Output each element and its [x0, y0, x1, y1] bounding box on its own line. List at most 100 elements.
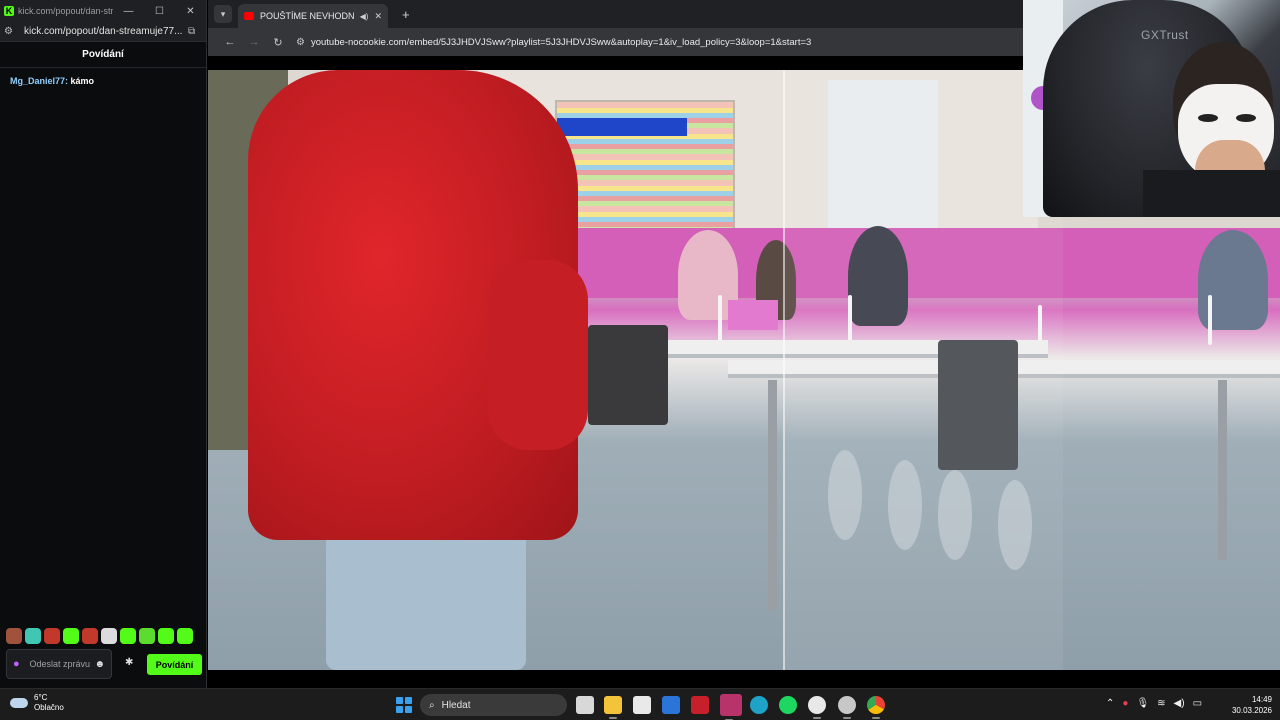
chat-username[interactable]: Mg_Daniel77:: [10, 76, 68, 86]
clock-date: 30.03.2026: [1231, 706, 1272, 715]
chat-header: Povídání: [0, 42, 206, 68]
forward-icon[interactable]: →: [242, 36, 266, 48]
chat-message-list: Mg_Daniel77: kámo: [0, 68, 206, 94]
microsoft-store-icon[interactable]: [633, 696, 651, 714]
webcam-overlay: GXTrust: [1023, 0, 1280, 217]
video-scene-lamp: [1208, 295, 1212, 345]
video-scene-glass-oval: [998, 480, 1032, 570]
maximize-icon[interactable]: ☐: [144, 6, 175, 17]
kick-logo-icon: K: [4, 6, 14, 16]
show-hidden-icons-icon[interactable]: ⌃: [1106, 698, 1114, 709]
volume-icon[interactable]: ◀): [1174, 698, 1185, 709]
webcam-streamer-body: [1143, 170, 1280, 217]
tab-title: POUŠTÍME NEVHODNÉ PÍS: [260, 11, 354, 21]
close-tab-icon[interactable]: ✕: [374, 11, 382, 22]
browser-toolbar: ← → ↻ ⚙ youtube-nocookie.com/embed/5J3JH…: [208, 28, 1023, 56]
mask-eye-right: [1236, 114, 1256, 122]
wifi-icon[interactable]: ≋: [1157, 698, 1165, 709]
spotify-icon[interactable]: [779, 696, 797, 714]
windows-logo-icon: [405, 706, 412, 713]
start-button[interactable]: [396, 697, 412, 713]
video-scene-painting-stripe: [557, 118, 687, 136]
chair-brand-logo: GXTrust: [1141, 28, 1189, 42]
emote-icon[interactable]: [82, 628, 98, 644]
task-view-icon[interactable]: [576, 696, 594, 714]
video-scene-chair: [588, 325, 668, 425]
microphone-icon[interactable]: 🎙: [1136, 698, 1149, 709]
tab-strip: ▾ POUŠTÍME NEVHODNÉ PÍS ◀) ✕ +: [208, 0, 1023, 28]
taskbar-clock[interactable]: 14:49 30.03.2026: [1222, 694, 1272, 716]
chat-titlebar: K kick.com/popout/dan-stre... — ☐ ✕: [0, 0, 206, 22]
new-tab-button[interactable]: +: [402, 7, 410, 22]
video-scene-glass-oval: [938, 470, 972, 560]
emote-icon[interactable]: [6, 628, 22, 644]
video-scene-person-sleeve: [488, 260, 588, 450]
system-tray: ⌃ ● 🎙 ≋ ◀) ▭: [1106, 698, 1202, 709]
windows-logo-icon: [396, 706, 403, 713]
chat-send-button[interactable]: Povídání: [147, 654, 202, 675]
mask-eye-left: [1198, 114, 1218, 122]
video-scene-glass-oval: [828, 450, 862, 540]
mcafee-icon[interactable]: [691, 696, 709, 714]
weather-temperature: 6°C: [34, 693, 48, 702]
emote-icon[interactable]: [44, 628, 60, 644]
emote-icon[interactable]: [177, 628, 193, 644]
battery-icon[interactable]: ▭: [1193, 698, 1202, 709]
youtube-icon: [244, 12, 254, 20]
desktop: K kick.com/popout/dan-stre... — ☐ ✕ ⚙ ki…: [0, 0, 1280, 720]
audio-playing-icon[interactable]: ◀): [360, 12, 369, 21]
back-icon[interactable]: ←: [218, 36, 242, 48]
taskbar: 6°C Oblačno ⌕ Hledat ⌃ ● 🎙 ≋ ◀) ▭ 14:49 …: [0, 688, 1280, 720]
chat-message: Mg_Daniel77: kámo: [10, 76, 196, 86]
site-info-icon[interactable]: ⚙: [296, 37, 305, 48]
chat-address-bar[interactable]: ⚙ kick.com/popout/dan-streamuje77... ⧉: [0, 22, 206, 42]
weather-description: Oblačno: [34, 703, 64, 712]
steam-icon[interactable]: [838, 696, 856, 719]
minimize-icon[interactable]: —: [113, 6, 144, 17]
search-placeholder: Hledat: [441, 699, 471, 711]
app-icon[interactable]: [720, 694, 742, 720]
tab-search-icon[interactable]: ▾: [214, 5, 232, 23]
weather-widget[interactable]: 6°C Oblačno: [10, 693, 64, 713]
kick-chat-window: K kick.com/popout/dan-stre... — ☐ ✕ ⚙ ki…: [0, 0, 207, 688]
edge-icon[interactable]: [750, 696, 768, 714]
windows-logo-icon: [396, 697, 403, 704]
taskbar-search[interactable]: ⌕ Hledat: [420, 694, 567, 716]
cloud-icon: [10, 698, 28, 708]
microphone-icon[interactable]: ●: [13, 658, 25, 670]
video-scene-desk-leg: [1218, 380, 1227, 560]
video-scene-desk-leg: [768, 380, 777, 610]
chat-url[interactable]: kick.com/popout/dan-streamuje77...: [24, 26, 188, 37]
search-icon: ⌕: [429, 699, 435, 711]
video-scene-lamp: [718, 295, 722, 345]
emote-icon[interactable]: [139, 628, 155, 644]
windows-logo-icon: [405, 697, 412, 704]
chrome-icon[interactable]: [867, 696, 885, 719]
emote-icon[interactable]: [101, 628, 117, 644]
emote-icon[interactable]: [25, 628, 41, 644]
translate-icon[interactable]: ⧉: [188, 26, 202, 37]
tray-app-icon[interactable]: ●: [1122, 698, 1128, 709]
emote-bar: [6, 628, 193, 644]
clock-time: 14:49: [1251, 695, 1272, 704]
file-explorer-icon[interactable]: [604, 696, 622, 719]
chat-input-placeholder: Odeslat zprávu: [29, 659, 90, 669]
address-bar[interactable]: youtube-nocookie.com/embed/5J3JHDVJSww?p…: [311, 37, 811, 48]
emoji-picker-icon[interactable]: ☻: [94, 659, 105, 670]
visual-studio-icon[interactable]: [662, 696, 680, 714]
chat-message-text: kámo: [68, 76, 95, 86]
emote-icon[interactable]: [120, 628, 136, 644]
obs-icon[interactable]: [808, 696, 826, 719]
chat-window-title: kick.com/popout/dan-stre...: [18, 6, 113, 16]
chat-message-input[interactable]: ● Odeslat zprávu ☻: [6, 649, 112, 679]
emote-icon[interactable]: [158, 628, 174, 644]
site-settings-icon[interactable]: ⚙: [4, 26, 18, 37]
emote-icon[interactable]: [63, 628, 79, 644]
video-scene-glass: [783, 70, 1063, 670]
tab-youtube[interactable]: POUŠTÍME NEVHODNÉ PÍS ◀) ✕: [238, 4, 388, 28]
video-scene-laptop: [728, 300, 778, 330]
close-icon[interactable]: ✕: [175, 6, 206, 17]
reload-icon[interactable]: ↻: [266, 36, 290, 49]
chat-settings-icon[interactable]: ✱: [125, 657, 133, 668]
video-scene-glass-oval: [888, 460, 922, 550]
